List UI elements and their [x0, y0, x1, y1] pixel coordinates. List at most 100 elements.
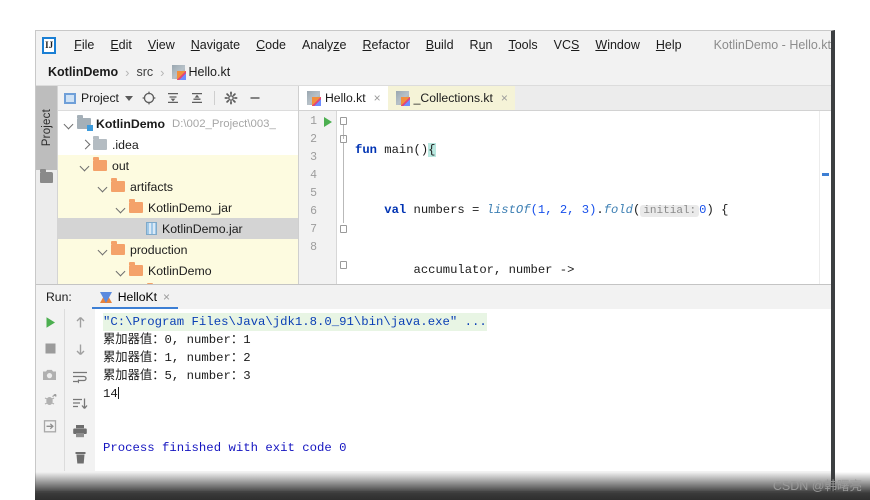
menu-vcs[interactable]: VCS	[546, 36, 588, 54]
tree-row-meta-inf[interactable]: META-INF	[58, 281, 298, 284]
tree-row-idea[interactable]: .idea	[58, 134, 298, 155]
chevron-down-icon[interactable]	[98, 244, 109, 255]
tree-row-artifacts[interactable]: artifacts	[58, 176, 298, 197]
code-line-1: fun main(){	[351, 141, 819, 159]
print-icon[interactable]	[72, 422, 89, 439]
tree-label: out	[112, 158, 130, 173]
menu-build[interactable]: Build	[418, 36, 462, 54]
fold-icon[interactable]	[340, 135, 347, 143]
menu-view[interactable]: View	[140, 36, 183, 54]
editor-tab-label: _Collections.kt	[413, 91, 493, 105]
tree-row-production-kotlindemo[interactable]: KotlinDemo	[58, 260, 298, 281]
kotlin-file-icon	[171, 65, 186, 80]
menu-code[interactable]: Code	[248, 36, 294, 54]
jar-file-icon	[146, 222, 157, 235]
chevron-down-icon[interactable]	[64, 118, 75, 129]
console-result: 14	[103, 387, 118, 401]
project-tool-window: Project KotlinDemo D:\002_Project\003_ .…	[58, 86, 299, 284]
breadcrumb-file[interactable]: Hello.kt	[189, 65, 231, 79]
console-line: 累加器值：5, number：3	[103, 369, 251, 383]
run-left-toolbar	[36, 309, 64, 471]
export-icon[interactable]	[42, 418, 59, 435]
fold-gutter[interactable]	[336, 111, 351, 284]
line-number-gutter: 1 2 3 4 5 6 7 8	[299, 111, 321, 284]
project-view-label[interactable]: Project	[81, 91, 119, 105]
code-parens: ()	[413, 143, 429, 157]
tool-window-tab-project[interactable]: Project	[36, 86, 57, 170]
down-arrow-icon[interactable]	[72, 341, 89, 358]
settings-gear-icon[interactable]	[224, 91, 239, 106]
intellij-logo-icon: IJ	[42, 36, 57, 54]
menu-bar: IJ File Edit View Navigate Code Analyze …	[36, 31, 831, 59]
console-line: 累加器值：0, number：1	[103, 333, 251, 347]
menu-navigate[interactable]: Navigate	[183, 36, 248, 54]
clear-all-icon[interactable]	[72, 449, 89, 466]
chevron-down-icon[interactable]	[124, 95, 133, 101]
structure-folder-icon[interactable]	[40, 169, 53, 183]
run-config-tab[interactable]: HelloKt ×	[91, 285, 179, 309]
menu-analyze[interactable]: Analyze	[294, 36, 354, 54]
editor-tab-bar: Hello.kt × _Collections.kt ×	[299, 86, 831, 111]
tree-row-kotlindemo-jar-dir[interactable]: KotlinDemo_jar	[58, 197, 298, 218]
fold-icon[interactable]	[340, 261, 347, 269]
collapse-all-icon[interactable]	[190, 91, 205, 106]
chevron-right-icon[interactable]	[80, 139, 91, 150]
up-arrow-icon[interactable]	[72, 314, 89, 331]
chevron-down-icon[interactable]	[98, 181, 109, 192]
expand-all-icon[interactable]	[166, 91, 181, 106]
tree-row-out[interactable]: out	[58, 155, 298, 176]
menu-help[interactable]: Help	[648, 36, 690, 54]
orange-folder-icon	[111, 178, 125, 192]
project-toolbar: Project	[58, 86, 298, 111]
chevron-down-icon[interactable]	[116, 202, 127, 213]
fold-icon[interactable]	[340, 117, 347, 125]
stop-icon[interactable]	[42, 340, 59, 357]
editor-tab-hello-kt[interactable]: Hello.kt ×	[299, 86, 388, 110]
tree-label: KotlinDemo	[148, 263, 212, 278]
run-console-output[interactable]: "C:\Program Files\Java\jdk1.8.0_91\bin\j…	[95, 309, 831, 471]
breadcrumb-src[interactable]: src	[136, 65, 153, 79]
code-listof-args: (1, 2, 3)	[530, 203, 597, 217]
breadcrumb-project[interactable]: KotlinDemo	[48, 65, 118, 79]
menu-run[interactable]: Run	[462, 36, 501, 54]
menu-edit[interactable]: Edit	[102, 36, 140, 54]
project-tree[interactable]: KotlinDemo D:\002_Project\003_ .idea out	[58, 111, 298, 284]
tree-row-production[interactable]: production	[58, 239, 298, 260]
locate-icon[interactable]	[142, 91, 157, 106]
fold-icon[interactable]	[340, 225, 347, 233]
chevron-down-icon[interactable]	[80, 160, 91, 171]
rerun-icon[interactable]	[42, 314, 59, 331]
editor-error-stripe[interactable]	[819, 111, 831, 284]
console-spacer	[103, 403, 831, 421]
run-panel-header: Run: HelloKt ×	[36, 285, 831, 309]
close-icon[interactable]: ×	[163, 290, 170, 304]
tree-module-path: D:\002_Project\003_	[172, 117, 276, 130]
hide-tool-window-icon[interactable]	[248, 91, 263, 106]
chevron-down-icon[interactable]	[116, 265, 127, 276]
menu-file[interactable]: File	[66, 36, 102, 54]
editor-tab-collections-kt[interactable]: _Collections.kt ×	[387, 86, 515, 110]
run-main-icon[interactable]	[324, 117, 332, 127]
tree-row-kotlindemo[interactable]: KotlinDemo D:\002_Project\003_	[58, 113, 298, 134]
menu-tools[interactable]: Tools	[500, 36, 545, 54]
close-icon[interactable]: ×	[374, 91, 381, 105]
code-editor[interactable]: 1 2 3 4 5 6 7 8 fun main(){val numbers …	[299, 111, 831, 284]
run-gutter[interactable]	[321, 111, 336, 284]
project-view-icon	[64, 92, 76, 104]
code-content[interactable]: fun main(){ val numbers = listOf(1, 2, 3…	[351, 111, 819, 284]
soft-wrap-icon[interactable]	[72, 368, 89, 385]
tree-label: KotlinDemo_jar	[148, 200, 233, 215]
close-icon[interactable]: ×	[501, 91, 508, 105]
dump-threads-icon[interactable]	[42, 392, 59, 409]
menu-window[interactable]: Window	[587, 36, 647, 54]
console-scrollbar[interactable]	[821, 309, 831, 471]
breadcrumb: KotlinDemo › src › Hello.kt	[36, 59, 831, 86]
orange-folder-icon	[111, 241, 125, 255]
run-right-toolbar	[64, 309, 95, 471]
scroll-to-end-icon[interactable]	[72, 395, 89, 412]
tree-row-kotlindemo-jar-file[interactable]: KotlinDemo.jar	[58, 218, 298, 239]
camera-icon[interactable]	[42, 366, 59, 383]
console-result-line: 14	[103, 385, 831, 403]
menu-refactor[interactable]: Refactor	[354, 36, 417, 54]
console-command-line: "C:\Program Files\Java\jdk1.8.0_91\bin\j…	[103, 313, 831, 331]
